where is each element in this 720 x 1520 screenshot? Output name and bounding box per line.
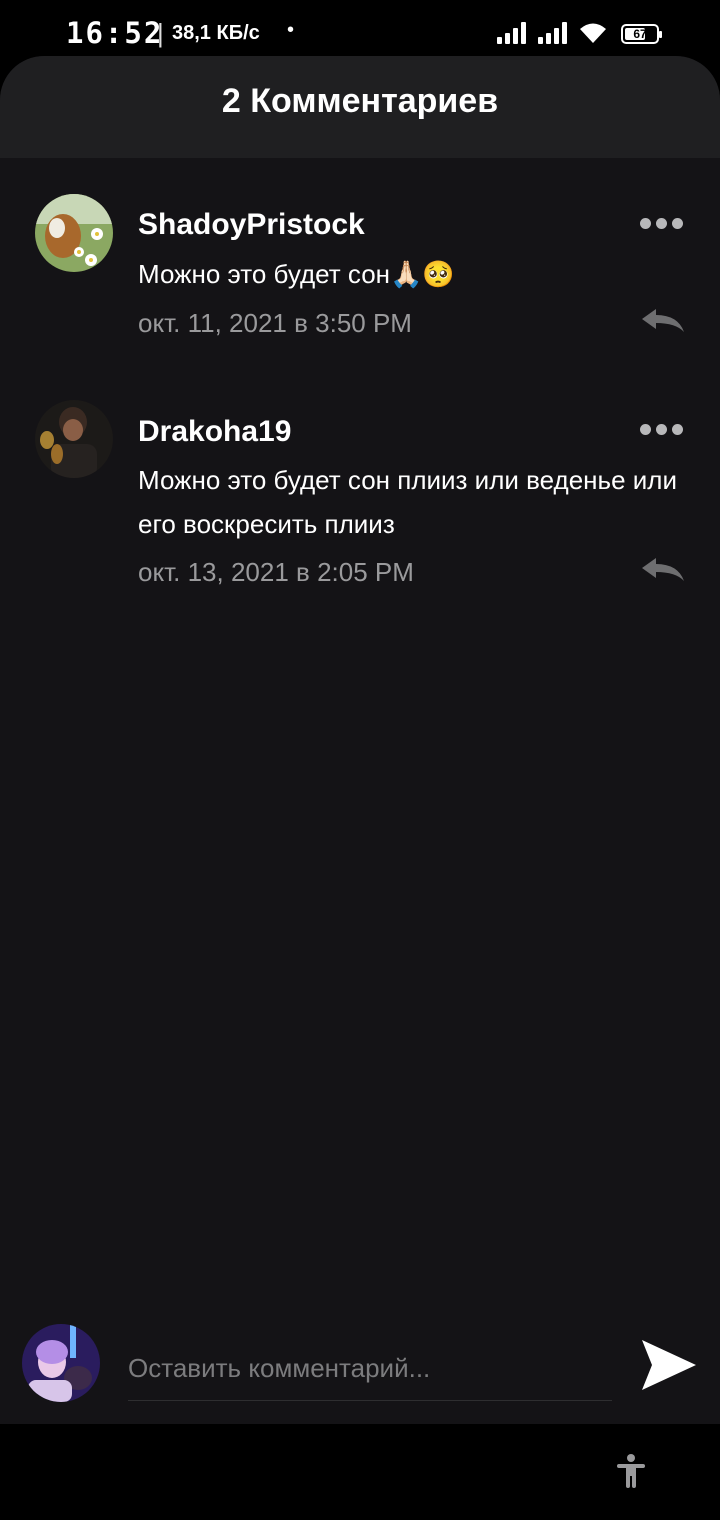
notification-dot: • [287,19,295,41]
navigation-bar [0,1424,720,1520]
comment-date: окт. 11, 2021 в 3:50 PM [138,308,412,338]
send-icon[interactable] [640,1338,698,1392]
status-time: 16:52 [66,16,164,50]
comment-username[interactable]: ShadoyPristock [138,208,365,242]
comment-username[interactable]: Drakoha19 [138,415,291,449]
wifi-icon [580,23,606,43]
accessibility-icon[interactable] [616,1454,646,1488]
signal-icon [497,22,526,44]
status-separator: | [157,18,164,48]
battery-icon: 67 [621,24,662,44]
avatar[interactable] [35,194,113,272]
network-speed: 38,1 КБ/с [172,22,260,44]
status-icons: 67 [497,22,662,44]
more-horizontal-icon[interactable] [640,424,683,435]
comments-sheet: 2 Комментариев ShadoyPristock Можно это … [0,56,720,1424]
comment-text: Можно это будет сон🙏🏻🥺 [138,259,455,289]
battery-level: 67 [633,27,647,41]
sheet-header: 2 Комментариев [0,56,720,158]
more-horizontal-icon[interactable] [640,218,683,229]
reply-icon[interactable] [640,557,686,585]
comment-input[interactable] [128,1336,612,1401]
comment-date: окт. 13, 2021 в 2:05 PM [138,557,414,587]
comment-text: Можно это будет сон плииз или веденье ил… [138,465,677,539]
comment-composer [0,1304,720,1424]
avatar[interactable] [35,400,113,478]
avatar [22,1324,100,1402]
status-bar: 16:52 | 38,1 КБ/с • 67 [0,0,720,62]
reply-icon[interactable] [640,308,686,336]
comments-count-title: 2 Комментариев [221,82,499,120]
signal-2-icon [538,22,567,44]
